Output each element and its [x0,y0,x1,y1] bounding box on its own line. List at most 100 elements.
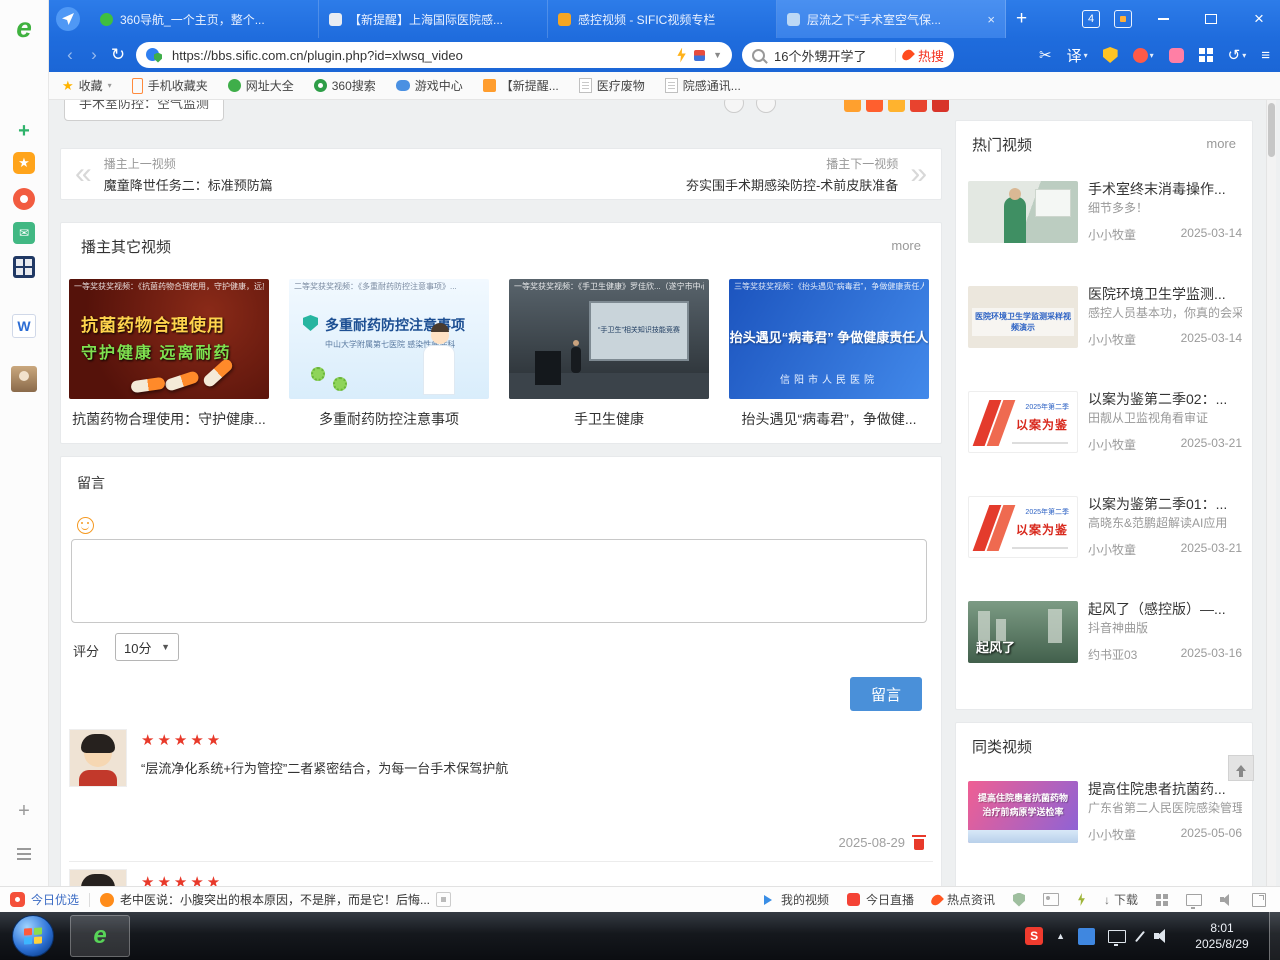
mute-icon[interactable] [1220,893,1234,906]
video-title[interactable]: 以案为鉴第二季02：... [1088,391,1242,408]
translate-icon[interactable]: 译▾ [1067,45,1088,66]
tab-360-nav[interactable]: 360导航_一个主页，整个... [90,0,319,38]
share-icon[interactable] [866,100,883,112]
next-video-link[interactable]: 播主下一视频 夯实围手术期感染防控-术前皮肤准备 » [674,155,927,194]
commenter-avatar[interactable] [69,729,127,787]
my-videos-link[interactable]: 我的视频 [764,891,829,908]
hot-search-label[interactable]: 热搜 [918,46,944,65]
history-undo-icon[interactable]: ↺▾ [1228,46,1247,64]
prev-video-title[interactable]: 魔童降世任务二：标准预防篇 [104,175,273,194]
tab-close-icon[interactable]: × [987,12,995,27]
video-list-item[interactable]: 手术室终末消毒操作... 细节多多！ 小小牧童2025-03-14 [956,181,1254,243]
screenshot-tool-icon[interactable] [1043,893,1059,906]
tray-expand-icon[interactable]: ▲ [1056,931,1065,941]
video-thumbnail[interactable]: 2025年第二季以案为鉴 [968,391,1078,453]
nav-home-icon[interactable] [56,7,80,31]
bookmark-favorites[interactable]: ★收藏▾ [62,77,112,94]
show-desktop-button[interactable] [1269,912,1280,960]
close-window-button[interactable]: × [1242,0,1276,38]
love-wallet-icon[interactable] [1169,48,1184,63]
favorites-panel-icon[interactable]: ★ [13,152,35,174]
video-list-item[interactable]: 2025年第二季以案为鉴 以案为鉴第二季02：... 田靓从卫监视角看审证 小小… [956,391,1254,453]
scrollbar-thumb[interactable] [1268,103,1275,157]
maximize-button[interactable] [1194,0,1228,38]
security-shield-icon[interactable] [1103,47,1118,63]
fullscreen-icon[interactable] [1252,893,1266,907]
share-icon[interactable] [932,100,949,112]
hot-news-link[interactable]: 热点资讯 [932,891,995,908]
new-tab-button[interactable]: + [1016,8,1027,30]
commenter-avatar[interactable] [69,869,127,886]
video-list-item[interactable]: 2025年第二季以案为鉴 以案为鉴第二季01：... 高晓东&范鹏超解读AI应用… [956,496,1254,558]
submit-comment-button[interactable]: 留言 [850,677,922,711]
address-dropdown-icon[interactable]: ▼ [713,50,722,60]
app-plugin-icon[interactable] [13,256,35,278]
next-video-title[interactable]: 夯实围手术期感染防控-术前皮肤准备 [686,175,898,194]
sogou-tray-icon[interactable]: S [1025,927,1043,945]
wps-plugin-icon[interactable]: W [12,314,36,338]
add-sidebar-app-icon[interactable]: + [18,800,30,823]
share-icon[interactable] [844,100,861,112]
video-list-item[interactable]: 提高住院患者抗菌药物 治疗前病原学送检率 提高住院患者抗菌药... 广东省第二人… [956,781,1254,843]
bookmark-infection-newsletter[interactable]: 院感通讯... [665,77,741,94]
site-security-icon[interactable] [146,48,162,63]
like-button[interactable] [724,100,744,113]
video-thumbnail[interactable]: 一等奖获奖视频：《抗菌药物合理使用，守护健康，远离耐药》... 抗菌药物合理使用… [69,279,269,399]
taskbar-browser-button[interactable]: e [70,915,130,957]
video-card[interactable]: 二等奖获奖视频：《多重耐药防控注意事项》... 多重耐药防控注意事项 中山大学附… [289,279,489,429]
tab-sific-videos[interactable]: 感控视频 - SIFIC视频专栏 [548,0,777,38]
address-bar[interactable]: ▼ [136,42,732,68]
video-title[interactable]: 手卫生健康 [509,409,709,429]
video-author[interactable]: 小小牧童 [1088,226,1136,243]
video-title[interactable]: 以案为鉴第二季01：... [1088,496,1242,513]
more-link[interactable]: more [891,238,921,253]
emoji-picker-icon[interactable] [77,517,94,534]
bookmark-medical-waste[interactable]: 医疗废物 [579,77,645,94]
video-card[interactable]: 三等奖获奖视频：《抬头遇见“病毒君”，争做健康责任人》... 抬头遇见“病毒君”… [729,279,929,429]
photo-plugin-icon[interactable] [11,366,37,392]
screenshot-icon[interactable]: ✂ [1039,46,1052,64]
volume-tray-icon[interactable] [1154,929,1169,943]
tab-list-button[interactable]: 4 [1082,10,1100,28]
video-author[interactable]: 小小牧童 [1088,826,1136,843]
video-card[interactable]: 一等奖获奖视频：《手卫生健康》罗佳欣...（遂宁市中心医院） “手卫生”相关知识… [509,279,709,429]
game-center-icon[interactable]: ▾ [1133,48,1154,63]
more-link[interactable]: more [1206,136,1236,151]
news-ticker[interactable]: 老中医说：小腹突出的根本原因，不是胖，而是它！后悔... [100,891,451,908]
site-flag-icon[interactable] [694,50,705,61]
boost-icon[interactable] [1077,893,1086,906]
scrollbar-track[interactable] [1266,100,1276,886]
bookmark-mobile-favorites[interactable]: 手机收藏夹 [132,77,208,94]
video-list-item[interactable]: 起风了 起风了（感控版）—... 抖音神曲版 约书亚032025-03-16 [956,601,1254,663]
tab-hospital-notice[interactable]: 【新提醒】上海国际医院感... [319,0,548,38]
add-extension-icon[interactable]: + [18,120,30,143]
address-input[interactable] [170,47,669,64]
shopping-plugin-icon[interactable] [13,188,35,210]
video-author[interactable]: 约书亚03 [1088,646,1137,663]
ime-tray-icon[interactable] [1078,928,1095,945]
bookmark-notice[interactable]: 【新提醒... [483,77,559,94]
video-thumbnail[interactable]: 医院环境卫生学监测采样视频演示 [968,286,1078,348]
today-picks-link[interactable]: 今日优选 [10,891,79,908]
share-icon[interactable] [910,100,927,112]
sidebar-manager-icon[interactable] [17,848,31,860]
pen-tray-icon[interactable] [1135,930,1145,941]
video-tag-button[interactable]: 手术室防控：空气监测 [64,100,224,121]
prev-video-link[interactable]: « 播主上一视频 魔童降世任务二：标准预防篇 [75,155,285,194]
video-title[interactable]: 手术室终末消毒操作... [1088,181,1242,198]
search-input[interactable] [772,47,888,64]
video-list-item[interactable]: 医院环境卫生学监测采样视频演示 医院环境卫生学监测... 感控人员基本功，你真的… [956,286,1254,348]
bookmark-game-center[interactable]: 游戏中心 [396,77,463,94]
delete-comment-icon[interactable] [913,835,925,850]
network-tray-icon[interactable] [1108,930,1126,943]
safety-icon[interactable] [1013,893,1025,907]
live-link[interactable]: 今日直播 [847,891,914,908]
rewards-icon[interactable] [1114,10,1132,28]
video-author[interactable]: 小小牧童 [1088,331,1136,348]
bookmark-360-search[interactable]: 360搜索 [314,77,376,94]
video-title[interactable]: 多重耐药防控注意事项 [289,409,489,429]
video-title[interactable]: 提高住院患者抗菌药... [1088,781,1242,798]
back-button[interactable]: ‹ [58,45,82,65]
window-icon[interactable] [1186,894,1202,906]
video-title[interactable]: 起风了（感控版）—... [1088,601,1242,618]
